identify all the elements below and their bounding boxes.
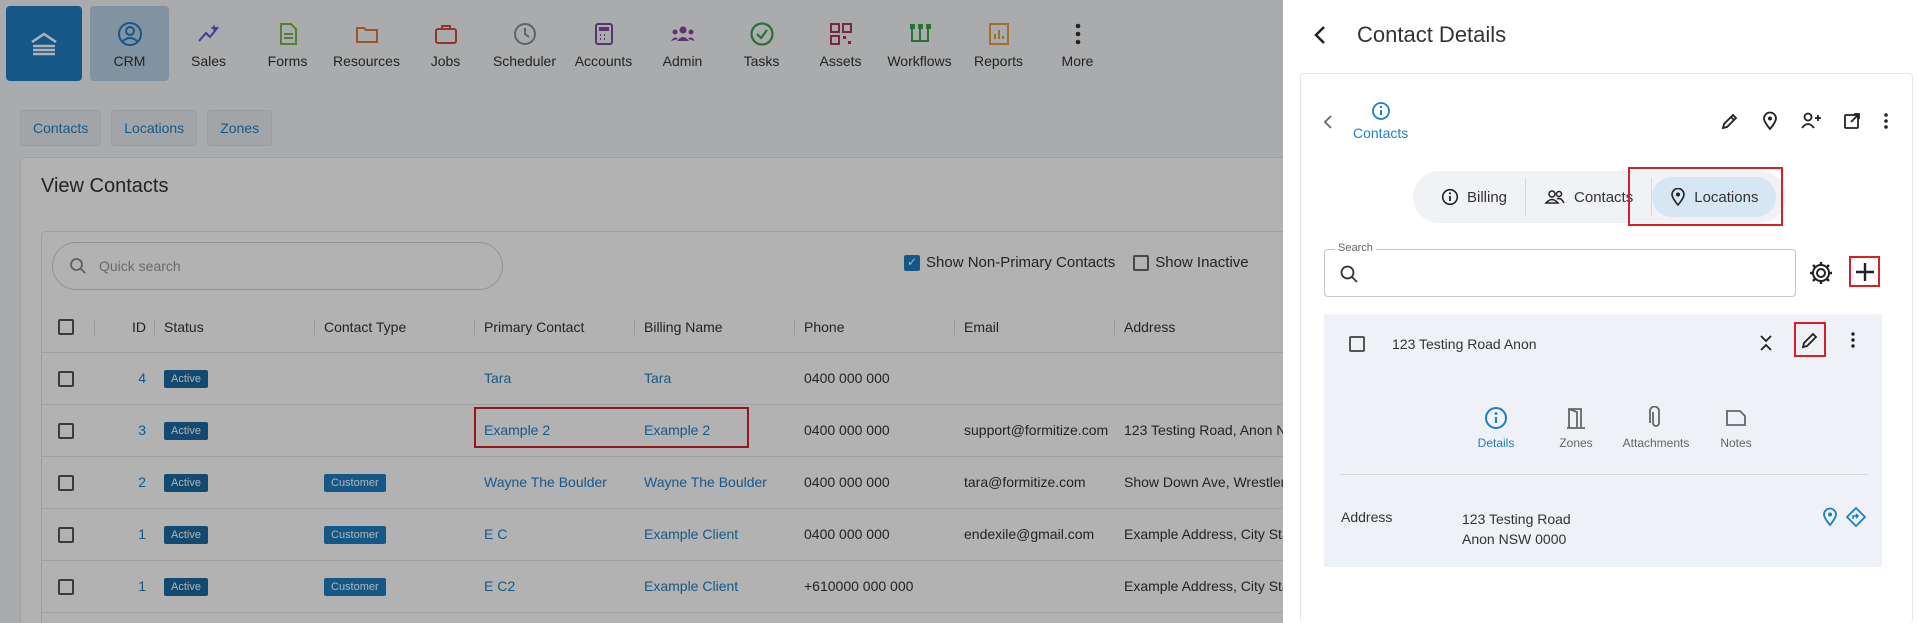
edit-pencil-icon[interactable] <box>1801 331 1819 349</box>
settings-gear-icon[interactable] <box>1808 260 1834 286</box>
modal-overlay[interactable] <box>0 0 1283 623</box>
contact-details-drawer: Contact Details Contacts Billing Contact… <box>1283 0 1918 623</box>
tab-details[interactable]: Details <box>1456 406 1536 450</box>
divider <box>1340 474 1868 475</box>
note-icon <box>1726 410 1746 426</box>
collapse-icon[interactable] <box>1759 334 1773 352</box>
tab-zones[interactable]: Zones <box>1536 406 1616 450</box>
add-person-icon[interactable] <box>1800 111 1822 131</box>
segment-contacts-label: Contacts <box>1574 188 1634 206</box>
address-line-1: 123 Testing Road <box>1462 511 1571 527</box>
location-name: 123 Testing Road Anon <box>1392 336 1537 352</box>
directions-icon[interactable] <box>1846 507 1866 527</box>
tab-attachments[interactable]: Attachments <box>1616 406 1696 450</box>
search-label: Search <box>1335 242 1376 254</box>
back-arrow-icon[interactable] <box>1313 25 1327 45</box>
more-vertical-icon[interactable] <box>1882 111 1890 131</box>
tab-notes-label: Notes <box>1720 436 1752 450</box>
address-actions <box>1822 507 1866 527</box>
address-label: Address <box>1341 509 1393 525</box>
info-icon <box>1485 407 1507 429</box>
door-icon <box>1567 408 1585 429</box>
tab-attachments-label: Attachments <box>1622 436 1690 450</box>
location-tabs: Details Zones Attachments Notes <box>1456 406 1776 450</box>
map-pin-icon[interactable] <box>1822 507 1838 527</box>
paperclip-icon <box>1649 406 1660 427</box>
people-icon <box>1544 190 1565 204</box>
info-icon <box>1441 188 1459 206</box>
address-value: 123 Testing Road Anon NSW 0000 <box>1462 509 1571 549</box>
chevron-left-icon[interactable] <box>1323 114 1333 130</box>
more-vertical-icon[interactable] <box>1849 331 1857 349</box>
segment-billing[interactable]: Billing <box>1423 177 1525 217</box>
info-icon <box>1371 102 1390 120</box>
tab-notes[interactable]: Notes <box>1696 406 1776 450</box>
location-select-checkbox[interactable] <box>1349 336 1365 352</box>
card-actions <box>1720 111 1890 131</box>
segment-billing-label: Billing <box>1467 188 1508 206</box>
highlight-box <box>1628 167 1783 226</box>
search-icon <box>1340 265 1358 283</box>
address-line-2: Anon NSW 0000 <box>1462 531 1567 547</box>
location-search-input[interactable]: Search <box>1324 242 1796 297</box>
tab-details-label: Details <box>1477 436 1515 450</box>
add-plus-icon[interactable] <box>1854 261 1876 283</box>
drawer-header: Contact Details <box>1313 22 1506 48</box>
open-external-icon[interactable] <box>1842 111 1862 131</box>
location-card: 123 Testing Road Anon Details Zones Atta… <box>1324 314 1882 567</box>
tab-zones-label: Zones <box>1559 436 1593 450</box>
contacts-info-label: Contacts <box>1353 125 1409 141</box>
drawer-title: Contact Details <box>1357 22 1507 47</box>
location-pin-icon[interactable] <box>1760 111 1780 131</box>
contacts-info-tab[interactable]: Contacts <box>1353 101 1408 141</box>
edit-pencil-icon[interactable] <box>1720 111 1740 131</box>
contact-card: Contacts Billing Contacts Locations Sear… <box>1300 73 1913 623</box>
